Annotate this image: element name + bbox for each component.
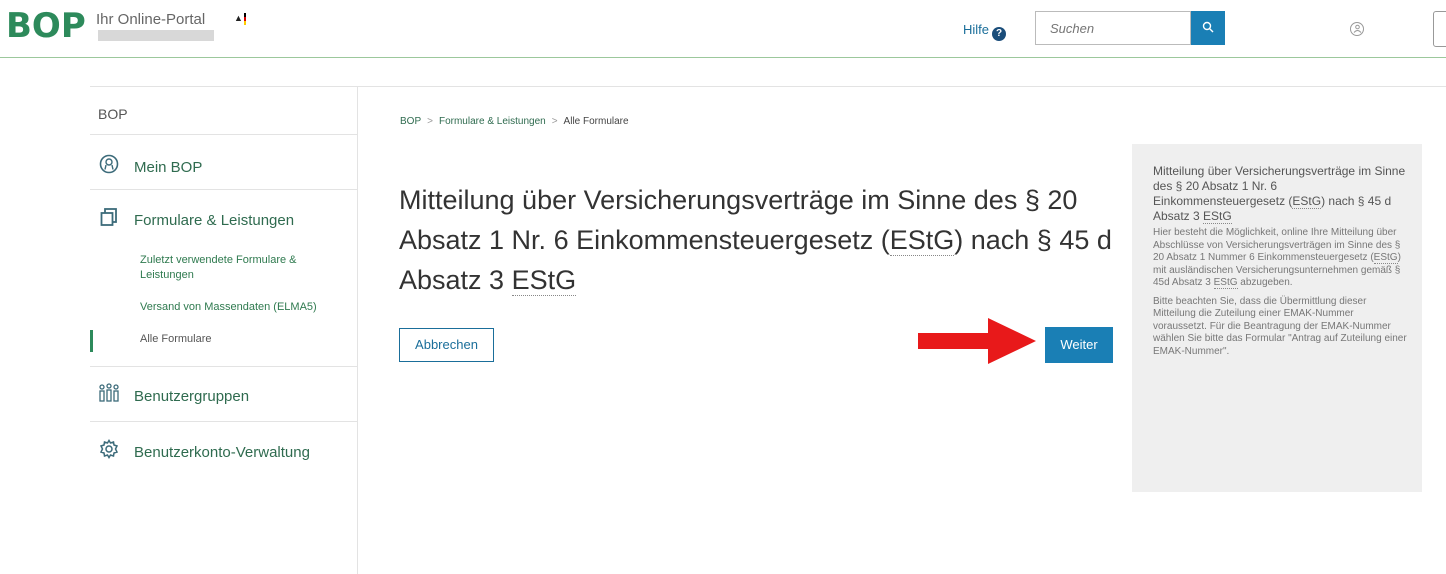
sidebar-item-label: Benutzerkonto-Verwaltung [134,444,310,461]
abbreviation: EStG [1373,252,1398,264]
bop-logo[interactable]: BOP [6,6,86,46]
sidebar-title[interactable]: BOP [98,106,128,122]
sidebar-item-benutzergruppen[interactable]: Benutzergruppen [98,383,249,408]
portal-user-placeholder [98,30,214,41]
breadcrumb: BOP > Formulare & Leistungen > Alle Formular… [400,116,629,127]
abbreviation: EStG [1203,209,1232,224]
info-text: abzugeben. [1237,277,1293,288]
search-input[interactable] [1035,11,1191,45]
header: BOP Ihr Online-Portal ▲ Hilfe? [0,0,1446,58]
portal-name: Ihr Online-Portal [96,11,206,28]
sidebar-item-label: Formulare & Leistungen [134,212,295,229]
next-button[interactable]: Weiter [1045,327,1113,363]
menu-button[interactable] [1433,11,1446,47]
breadcrumb-current: Alle Formulare [563,116,629,127]
sidebar-item-label: Mein BOP [134,159,203,176]
sidebar: BOP Mein BOP Formulare & Leistungen Zule… [90,86,358,574]
divider [90,134,358,135]
sidebar-item-benutzerkonto[interactable]: Benutzerkonto-Verwaltung [98,439,310,464]
abbreviation: EStG [1213,277,1238,289]
abbreviation: EStG [1292,194,1322,209]
divider [90,421,358,422]
info-title: Mitteilung über Versicherungsverträge im… [1153,164,1408,224]
breadcrumb-item[interactable]: Formulare & Leistungen [439,116,546,127]
sidebar-subitem-all-forms[interactable]: Alle Formulare [140,332,340,347]
help-icon: ? [992,27,1007,41]
flag-stripe [244,13,246,25]
user-circle-icon [98,154,120,179]
page-title: Mitteilung über Versicherungsverträge im… [399,180,1119,300]
user-group-icon [98,383,120,408]
sidebar-item-formulare[interactable]: Formulare & Leistungen [98,207,294,232]
sidebar-subitem-recent[interactable]: Zuletzt verwendete Formulare & Leistunge… [140,253,340,283]
gear-icon [98,439,120,464]
cancel-button[interactable]: Abbrechen [399,328,494,362]
red-arrow-annotation [918,318,1036,364]
abbreviation: EStG [511,265,577,296]
info-panel: Mitteilung über Versicherungsverträge im… [1132,144,1422,492]
sidebar-item-mein-bop[interactable]: Mein BOP [98,154,202,179]
help-label: Hilfe [963,22,990,37]
documents-icon [98,207,120,232]
help-link[interactable]: Hilfe? [963,22,1007,41]
info-paragraph: Bitte beachten Sie, dass die Übermittlun… [1153,295,1407,357]
chevron-right-icon: > [551,116,558,127]
search-icon [1202,21,1214,33]
eagle-icon: ▲ [234,13,243,23]
divider [90,189,358,190]
info-paragraph: Hier besteht die Möglichkeit, online Ihr… [1153,227,1408,290]
info-text: Hier besteht die Möglichkeit, online Ihr… [1153,227,1401,263]
breadcrumb-item[interactable]: BOP [400,116,421,127]
user-icon[interactable] [1350,22,1364,36]
abbreviation: EStG [889,225,955,256]
chevron-right-icon: > [427,116,433,127]
sidebar-subitem-elma5[interactable]: Versand von Massendaten (ELMA5) [140,300,340,315]
search-button[interactable] [1191,11,1225,45]
divider [90,366,358,367]
bmf-logo: ▲ [234,13,294,27]
sidebar-item-label: Benutzergruppen [134,388,250,405]
active-indicator [90,330,93,352]
